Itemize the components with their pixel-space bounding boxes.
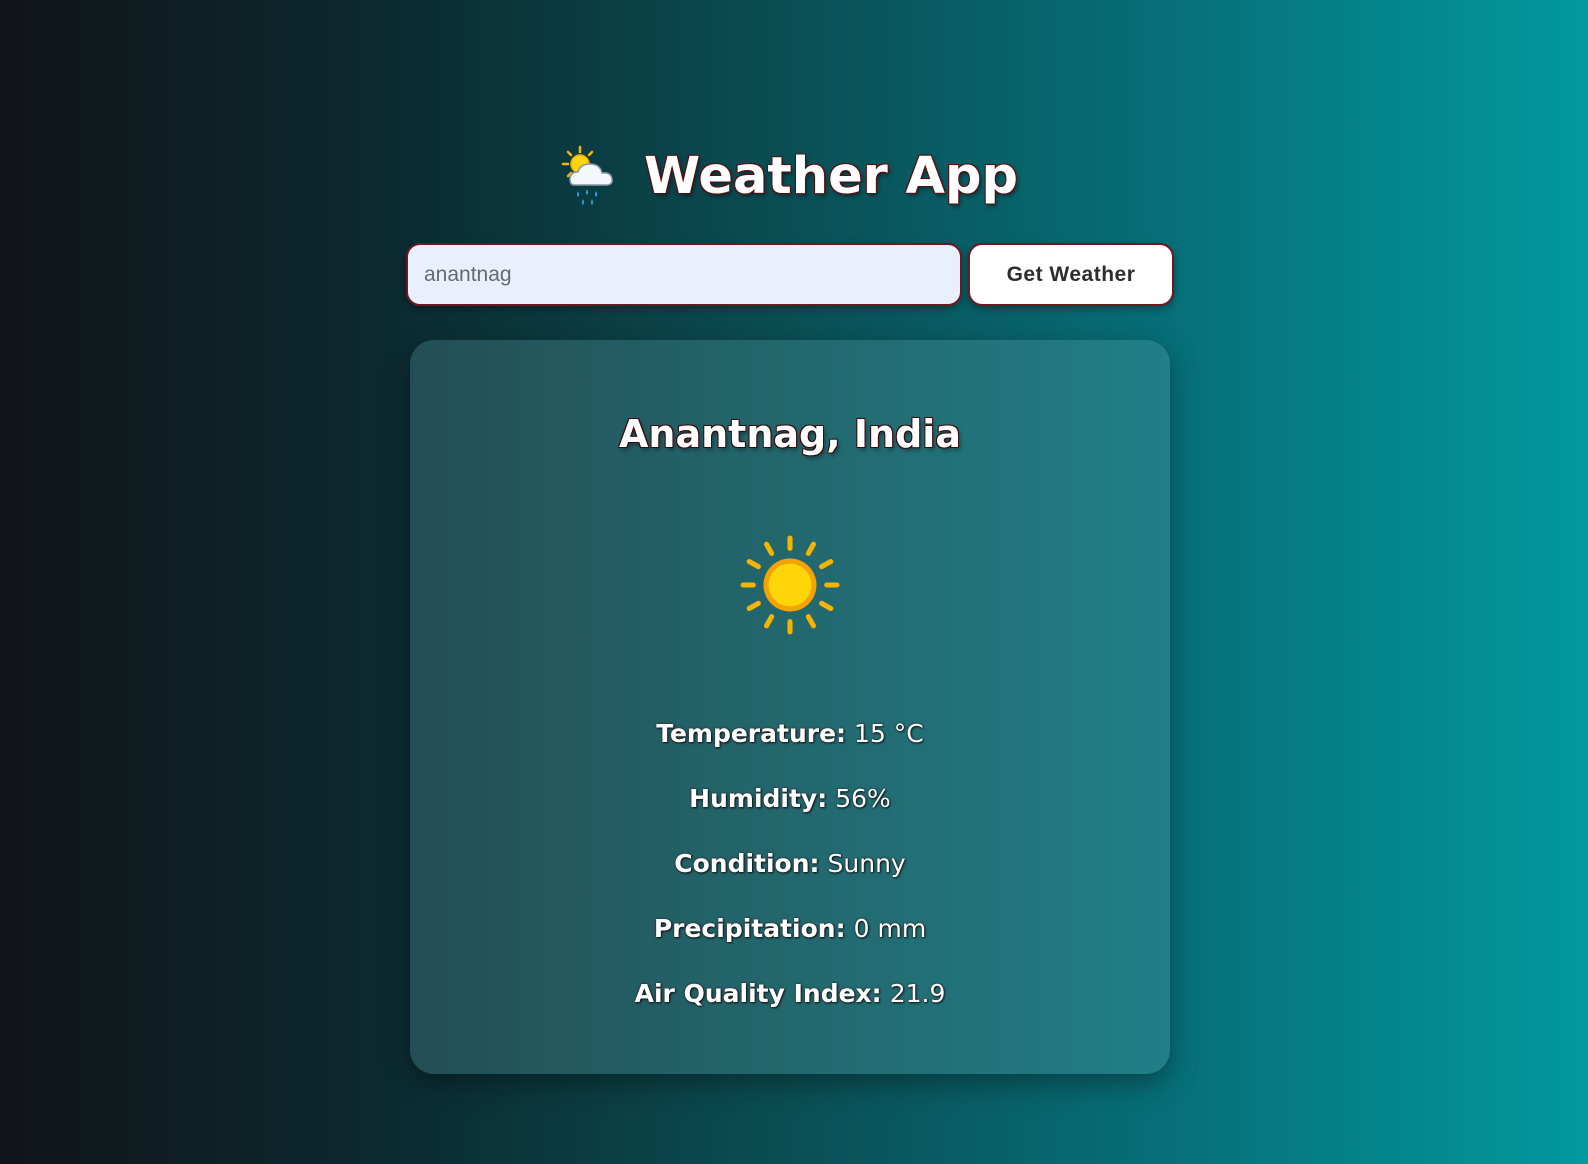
location-title: Anantnag, India: [619, 412, 961, 456]
air-quality-value: 21.9: [889, 979, 946, 1008]
weather-details: Temperature: 15 °C Humidity: 56% Condition…: [410, 714, 1170, 1039]
condition-value: Sunny: [827, 849, 906, 878]
sun-behind-rain-cloud-icon: [561, 145, 613, 205]
sun-icon: [740, 535, 840, 635]
temperature-row: Temperature: 15 °C: [410, 714, 1170, 779]
precipitation-row: Precipitation: 0 mm: [410, 909, 1170, 974]
air-quality-label: Air Quality Index:: [634, 979, 882, 1008]
humidity-label: Humidity:: [689, 784, 828, 813]
get-weather-button[interactable]: Get Weather: [968, 243, 1174, 306]
condition-row: Condition: Sunny: [410, 844, 1170, 909]
weather-result-card: Anantnag, India Temperature: 15 °C Humidi…: [410, 340, 1170, 1074]
search-bar: Get Weather: [406, 243, 1176, 308]
temperature-label: Temperature:: [656, 719, 847, 748]
city-search-input[interactable]: [406, 243, 962, 306]
condition-label: Condition:: [674, 849, 820, 878]
precipitation-value: 0 mm: [853, 914, 927, 943]
humidity-row: Humidity: 56%: [410, 779, 1170, 844]
air-quality-row: Air Quality Index: 21.9: [410, 974, 1170, 1039]
precipitation-label: Precipitation:: [653, 914, 846, 943]
humidity-value: 56%: [835, 784, 891, 813]
app-title: Weather App: [643, 146, 1019, 206]
app-header: Weather App: [0, 136, 1588, 216]
temperature-value: 15 °C: [854, 719, 924, 748]
